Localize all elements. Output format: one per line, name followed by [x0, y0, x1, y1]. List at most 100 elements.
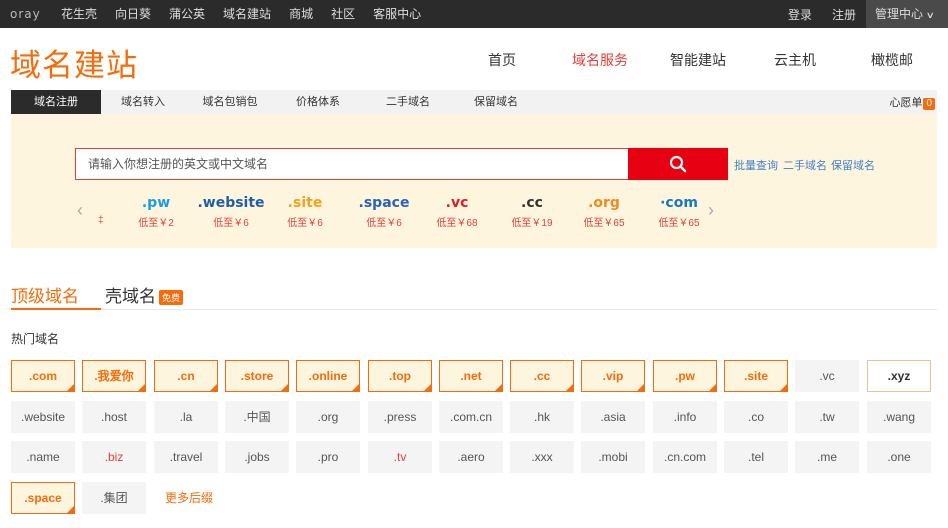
main-nav-mail[interactable]: 橄榄邮 — [871, 50, 913, 70]
domain-suffix-item[interactable]: .pro — [296, 441, 360, 473]
carousel-item[interactable]: .vc 低至￥68 — [422, 194, 492, 229]
domain-suffix-item[interactable]: .jobs — [225, 441, 289, 473]
carousel-item[interactable]: ·com 低至￥65 — [645, 194, 713, 229]
domain-suffix-item[interactable]: .com — [11, 360, 75, 392]
domain-suffix-item[interactable]: .aero — [439, 441, 503, 473]
domain-suffix-item[interactable]: .com.cn — [439, 401, 503, 433]
domain-suffix-item[interactable]: .我爱你 — [82, 360, 146, 392]
second-hand-domain-link[interactable]: 二手域名 — [783, 157, 827, 173]
domain-suffix-item[interactable]: .org — [296, 401, 360, 433]
search-icon — [669, 155, 687, 173]
tab-price-system[interactable]: 价格体系 — [287, 90, 349, 114]
tab-reserved[interactable]: 保留域名 — [465, 90, 527, 114]
tab-second-hand[interactable]: 二手域名 — [377, 90, 439, 114]
manage-center-button[interactable]: 管理中心 ∨ — [866, 0, 948, 28]
domain-suffix-item[interactable]: .cc — [510, 360, 574, 392]
domain-suffix-item[interactable]: .top — [368, 360, 432, 392]
domain-suffix-item[interactable]: .xyz — [867, 360, 931, 392]
domain-suffix-item[interactable]: .wang — [867, 401, 931, 433]
top-nav-item[interactable]: 商城 — [289, 0, 313, 28]
carousel-item-name: .space — [358, 195, 410, 211]
domain-suffix-item[interactable]: .biz — [82, 441, 146, 473]
manage-center-label: 管理中心 — [875, 7, 924, 21]
register-link[interactable]: 注册 — [832, 6, 856, 23]
top-nav-item[interactable]: 客服中心 — [373, 0, 421, 28]
wishlist-label: 心愿单 — [889, 97, 923, 109]
domain-suffix-item[interactable]: .集团 — [82, 482, 146, 514]
carousel-item-name: .site — [287, 195, 323, 211]
domain-suffix-item[interactable]: .asia — [581, 401, 645, 433]
main-nav-home[interactable]: 首页 — [488, 50, 516, 70]
free-badge: 免费 — [159, 290, 184, 306]
chevron-left-icon[interactable]: ‹ — [77, 200, 83, 221]
domain-suffix-item[interactable]: .space — [11, 482, 75, 514]
domain-suffix-item[interactable]: .la — [154, 401, 218, 433]
carousel-item-name: .cc — [521, 195, 543, 211]
tab-top-level-domain[interactable]: 顶级域名 — [11, 282, 101, 310]
domain-suffix-item[interactable]: .mobi — [581, 441, 645, 473]
domain-suffix-item[interactable]: .one — [867, 441, 931, 473]
domain-search-input[interactable]: 请输入你想注册的英文或中文域名 — [75, 148, 629, 180]
domain-suffix-item[interactable]: .hk — [510, 401, 574, 433]
tab-shell-domain[interactable]: 壳域名 免费 — [105, 282, 184, 307]
tab-shell-domain-label: 壳域名 — [105, 287, 156, 306]
domain-suffix-item[interactable]: .website — [11, 401, 75, 433]
domain-suffix-item[interactable]: .cn — [154, 360, 218, 392]
wishlist-count-badge: 0 — [923, 98, 935, 110]
carousel-item[interactable]: .pw 低至￥2 — [121, 194, 191, 229]
domain-suffix-item[interactable]: .net — [439, 360, 503, 392]
domain-suffix-item[interactable]: .tel — [724, 441, 788, 473]
domain-suffix-item[interactable]: .tv — [368, 441, 432, 473]
main-nav-cloud-host[interactable]: 云主机 — [774, 50, 816, 70]
domain-suffix-item[interactable]: .tw — [795, 401, 859, 433]
carousel-item-price: 低至￥6 — [213, 218, 249, 229]
main-nav-smart-site[interactable]: 智能建站 — [670, 50, 726, 70]
carousel-item[interactable]: .website 低至￥6 — [195, 194, 267, 229]
search-panel: 请输入你想注册的英文或中文域名 批量查询 二手域名 保留域名 ‹ ‡ .pw 低… — [11, 114, 937, 248]
domain-suffix-item[interactable]: .host — [82, 401, 146, 433]
top-bar-right: 登录 注册 管理中心 ∨ — [788, 0, 948, 28]
oray-logo[interactable]: oray — [10, 7, 41, 21]
more-suffixes-link[interactable]: 更多后缀 — [165, 489, 213, 506]
domain-suffix-item[interactable]: .online — [296, 360, 360, 392]
carousel-item[interactable]: .site 低至￥6 — [270, 194, 340, 229]
carousel-item-name: .website — [197, 195, 265, 211]
domain-suffix-item[interactable]: .store — [225, 360, 289, 392]
domain-suffix-item[interactable]: .name — [11, 441, 75, 473]
top-nav-item[interactable]: 蒲公英 — [169, 0, 205, 28]
domain-suffix-item[interactable]: .info — [653, 401, 717, 433]
header: 域名建站 首页 域名服务 智能建站 云主机 橄榄邮 — [0, 28, 948, 90]
domain-suffix-item[interactable]: .me — [795, 441, 859, 473]
carousel-item-price: 低至￥65 — [658, 218, 700, 229]
carousel-item-price: 低至￥6 — [287, 218, 323, 229]
carousel-item[interactable]: .org 低至￥65 — [569, 194, 639, 229]
domain-suffix-item[interactable]: .travel — [154, 441, 218, 473]
search-button[interactable] — [628, 148, 728, 180]
batch-query-link[interactable]: 批量查询 — [734, 157, 778, 173]
top-nav-item[interactable]: 域名建站 — [223, 0, 271, 28]
carousel-item-price: 低至￥65 — [583, 218, 625, 229]
carousel-item[interactable]: .cc 低至￥19 — [497, 194, 567, 229]
reserved-domain-link[interactable]: 保留域名 — [831, 157, 875, 173]
domain-suffix-item[interactable]: .vip — [581, 360, 645, 392]
domain-suffix-item[interactable]: .cn.com — [653, 441, 717, 473]
domain-suffix-item[interactable]: .xxx — [510, 441, 574, 473]
domain-suffix-item[interactable]: .中国 — [225, 401, 289, 433]
chevron-right-icon[interactable]: › — [708, 200, 714, 221]
carousel-item[interactable]: .space 低至￥6 — [349, 194, 419, 229]
top-nav-item[interactable]: 社区 — [331, 0, 355, 28]
tab-domain-package[interactable]: 域名包销包 — [197, 90, 263, 114]
top-nav-item[interactable]: 向日葵 — [115, 0, 151, 28]
tab-domain-register[interactable]: 域名注册 — [11, 90, 101, 114]
domain-suffix-item[interactable]: .co — [724, 401, 788, 433]
domain-suffix-item[interactable]: .pw — [653, 360, 717, 392]
domain-suffix-item[interactable]: .press — [368, 401, 432, 433]
top-nav-item[interactable]: 花生壳 — [61, 0, 97, 28]
main-nav-domain-service[interactable]: 域名服务 — [572, 50, 628, 70]
tab-domain-transfer[interactable]: 域名转入 — [111, 90, 175, 114]
login-link[interactable]: 登录 — [788, 6, 812, 23]
wishlist-link[interactable]: 心愿单 0 — [889, 94, 935, 110]
hot-domains-title: 热门域名 — [11, 332, 60, 346]
domain-suffix-item[interactable]: .site — [724, 360, 788, 392]
domain-suffix-item[interactable]: .vc — [795, 360, 859, 392]
